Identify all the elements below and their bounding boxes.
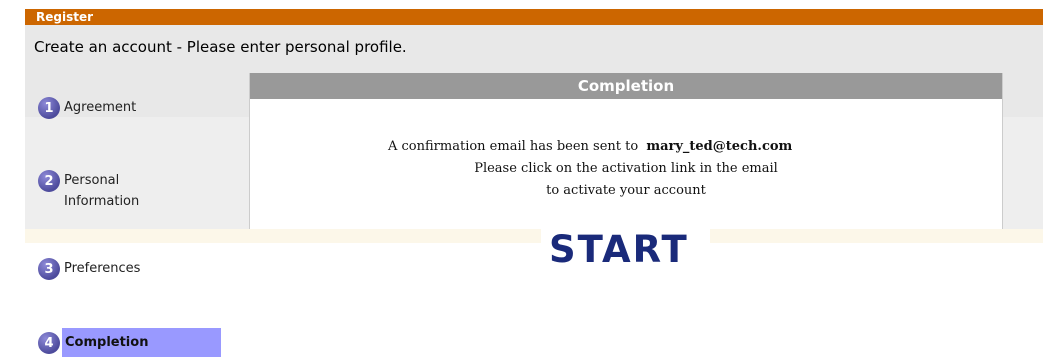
- step-1-icon: 1: [38, 97, 60, 119]
- step-agreement[interactable]: 1 Agreement: [38, 97, 136, 119]
- confirmation-message: A confirmation email has been sent to ma…: [388, 139, 792, 154]
- step-preferences[interactable]: 3 Preferences: [38, 258, 140, 280]
- step-label-line2: Information: [64, 194, 140, 209]
- step-2-icon: 2: [38, 170, 60, 192]
- step-label: Personal Information: [64, 170, 139, 212]
- step-label: Agreement: [64, 100, 137, 115]
- step-completion[interactable]: 4 Completion: [38, 328, 221, 357]
- step-3-icon: 3: [38, 258, 60, 280]
- activation-instruction-2: to activate your account: [546, 183, 706, 198]
- register-title: Register: [36, 10, 94, 24]
- step-4-icon: 4: [38, 332, 60, 354]
- activation-instruction: Please click on the activation link in t…: [474, 161, 778, 176]
- panel-title: Completion: [250, 73, 1002, 99]
- content-divider: [25, 229, 1043, 243]
- page-subtitle: Create an account - Please enter persona…: [34, 38, 407, 56]
- confirmation-prefix: A confirmation email has been sent to: [388, 139, 639, 154]
- register-header: Register: [25, 9, 1043, 25]
- confirmation-email: mary_ted@tech.com: [646, 139, 793, 154]
- start-button[interactable]: START: [549, 228, 689, 271]
- step-label-active: Completion: [62, 328, 221, 357]
- step-label: Preferences: [64, 261, 141, 276]
- step-label-line1: Personal: [64, 173, 120, 188]
- step-personal-information[interactable]: 2 Personal Information: [38, 170, 139, 212]
